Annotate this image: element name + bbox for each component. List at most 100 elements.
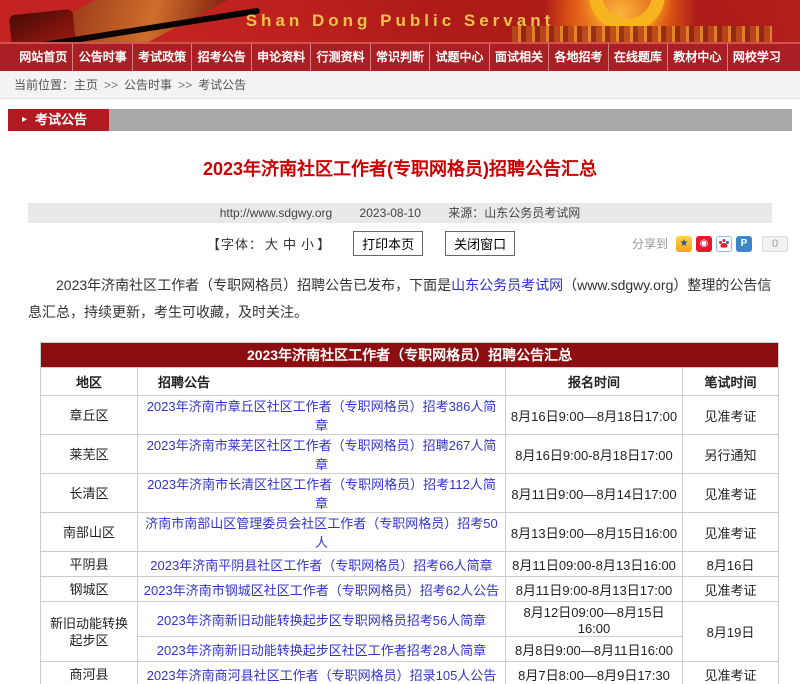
nav-item-exam-policy[interactable]: 考试政策 bbox=[132, 44, 191, 71]
section-tab-label: 考试公告 bbox=[35, 109, 87, 131]
breadcrumb-exam-announcements[interactable]: 考试公告 bbox=[198, 76, 246, 93]
share-count-badge: 0 bbox=[762, 236, 788, 252]
tab-exam-announcements[interactable]: ▸ 考试公告 bbox=[8, 109, 109, 131]
reg-time-cell: 8月11日9:00-8月13日17:00 bbox=[506, 577, 683, 602]
announcements-table: 2023年济南社区工作者（专职网格员）招聘公告汇总 地区 招聘公告 报名时间 笔… bbox=[40, 342, 779, 684]
announcement-link[interactable]: 2023年济南平阴县社区工作者（专职网格员）招考66人简章 bbox=[150, 558, 492, 573]
font-size-large[interactable]: 大 bbox=[265, 237, 279, 252]
breadcrumb-label: 当前位置： bbox=[14, 76, 74, 93]
announcement-link[interactable]: 2023年济南新旧动能转换起步区社区工作者招考28人简章 bbox=[157, 643, 486, 658]
nav-item-online-school[interactable]: 网校学习 bbox=[727, 44, 786, 71]
breadcrumb-separator: >> bbox=[104, 78, 118, 92]
announcement-link[interactable]: 济南市南部山区管理委员会社区工作者（专职网格员）招考50人 bbox=[145, 516, 497, 550]
breadcrumb-separator: >> bbox=[178, 78, 192, 92]
table-banner-row: 2023年济南社区工作者（专职网格员）招聘公告汇总 bbox=[41, 343, 779, 368]
area-cell: 章丘区 bbox=[41, 396, 138, 435]
reg-time-cell: 8月8日9:00—8月11日16:00 bbox=[506, 637, 683, 662]
breadcrumb-announcements[interactable]: 公告时事 bbox=[124, 76, 172, 93]
table-row: 钢城区 2023年济南市钢城区社区工作者（专职网格员）招考62人公告 8月11日… bbox=[41, 577, 779, 602]
reg-time-cell: 8月16日9:00-8月18日17:00 bbox=[506, 435, 683, 474]
announcement-cell: 济南市南部山区管理委员会社区工作者（专职网格员）招考50人 bbox=[138, 513, 506, 552]
area-cell: 平阴县 bbox=[41, 552, 138, 577]
exam-time-cell: 8月16日 bbox=[683, 552, 779, 577]
announcement-link[interactable]: 2023年济南市长清区社区工作者（专职网格员）招考112人简章 bbox=[147, 477, 496, 511]
col-header-area: 地区 bbox=[41, 368, 138, 396]
nav-item-online-bank[interactable]: 在线题库 bbox=[608, 44, 667, 71]
reg-time-cell: 8月11日9:00—8月14日17:00 bbox=[506, 474, 683, 513]
font-size-prefix: 【字体： bbox=[207, 237, 263, 252]
nav-item-question-center[interactable]: 试题中心 bbox=[429, 44, 488, 71]
article-meta: http://www.sdgwy.org 2023-08-10 来源：山东公务员… bbox=[28, 203, 772, 223]
article-toolbar: 【字体：大中小】 打印本页 关闭窗口 分享到 ★ ◉ P 0 bbox=[12, 231, 788, 256]
announcement-link[interactable]: 2023年济南市章丘区社区工作者（专职网格员）招考386人简章 bbox=[147, 399, 497, 433]
exam-time-cell: 见准考证 bbox=[683, 474, 779, 513]
table-row: 新旧动能转换起步区 2023年济南新旧动能转换起步区专职网格员招考56人简章 8… bbox=[41, 602, 779, 637]
nav-item-common-sense[interactable]: 常识判断 bbox=[370, 44, 429, 71]
nav-item-textbook[interactable]: 教材中心 bbox=[667, 44, 726, 71]
table-row: 2023年济南新旧动能转换起步区社区工作者招考28人简章 8月8日9:00—8月… bbox=[41, 637, 779, 662]
nav-item-interview[interactable]: 面试相关 bbox=[489, 44, 548, 71]
nav-item-shenlun[interactable]: 申论资料 bbox=[251, 44, 310, 71]
exam-time-cell: 见准考证 bbox=[683, 577, 779, 602]
qzone-share-icon[interactable]: ★ bbox=[676, 236, 692, 252]
article-date: 2023-08-10 bbox=[360, 206, 421, 220]
page-title: 2023年济南社区工作者(专职网格员)招聘公告汇总 bbox=[0, 155, 800, 181]
announcement-cell: 2023年济南市钢城区社区工作者（专职网格员）招考62人公告 bbox=[138, 577, 506, 602]
table-header-row: 地区 招聘公告 报名时间 笔试时间 bbox=[41, 368, 779, 396]
nav-item-xingce[interactable]: 行测资料 bbox=[310, 44, 369, 71]
announcement-cell: 2023年济南商河县社区工作者（专职网格员）招录105人公告 bbox=[138, 662, 506, 684]
print-page-button[interactable]: 打印本页 bbox=[353, 231, 423, 256]
section-bar: ▸ 考试公告 bbox=[8, 109, 792, 131]
arrow-right-icon: ▸ bbox=[22, 109, 27, 131]
area-cell: 钢城区 bbox=[41, 577, 138, 602]
col-header-announcement: 招聘公告 bbox=[138, 368, 506, 396]
announcement-link[interactable]: 2023年济南新旧动能转换起步区专职网格员招考56人简章 bbox=[157, 613, 486, 628]
announcement-cell: 2023年济南新旧动能转换起步区专职网格员招考56人简章 bbox=[138, 602, 506, 637]
font-size-control: 【字体：大中小】 bbox=[207, 234, 331, 253]
breadcrumb: 当前位置： 主页 >> 公告时事 >> 考试公告 bbox=[0, 71, 800, 99]
nav-item-recruit-notice[interactable]: 招考公告 bbox=[191, 44, 250, 71]
sdgwy-site-link[interactable]: 山东公务员考试网 bbox=[451, 277, 563, 293]
announcement-link[interactable]: 2023年济南市莱芜区社区工作者（专职网格员）招聘267人简章 bbox=[147, 438, 497, 472]
nav-item-announcements[interactable]: 公告时事 bbox=[72, 44, 131, 71]
font-size-medium[interactable]: 中 bbox=[283, 237, 297, 252]
exam-time-cell: 另行通知 bbox=[683, 435, 779, 474]
col-header-exam-time: 笔试时间 bbox=[683, 368, 779, 396]
breadcrumb-home[interactable]: 主页 bbox=[74, 76, 98, 93]
font-size-small[interactable]: 小 bbox=[301, 237, 315, 252]
main-nav: 网站首页 公告时事 考试政策 招考公告 申论资料 行测资料 常识判断 试题中心 … bbox=[0, 42, 800, 71]
weibo-share-icon[interactable]: ◉ bbox=[696, 236, 712, 252]
site-title: Shan Dong Public Servant bbox=[0, 0, 800, 31]
area-cell: 新旧动能转换起步区 bbox=[41, 602, 138, 662]
nav-item-regional[interactable]: 各地招考 bbox=[548, 44, 607, 71]
paragraph-text: 2023年济南社区工作者（专职网格员）招聘公告已发布，下面是 bbox=[56, 277, 451, 293]
area-cell: 莱芜区 bbox=[41, 435, 138, 474]
exam-time-cell: 见准考证 bbox=[683, 513, 779, 552]
table-row: 长清区 2023年济南市长清区社区工作者（专职网格员）招考112人简章 8月11… bbox=[41, 474, 779, 513]
reg-time-cell: 8月7日8:00—8月9日17:30 bbox=[506, 662, 683, 684]
table-banner: 2023年济南社区工作者（专职网格员）招聘公告汇总 bbox=[41, 343, 779, 368]
announcement-cell: 2023年济南新旧动能转换起步区社区工作者招考28人简章 bbox=[138, 637, 506, 662]
article-source: 来源：山东公务员考试网 bbox=[448, 206, 580, 220]
table-row: 南部山区 济南市南部山区管理委员会社区工作者（专职网格员）招考50人 8月13日… bbox=[41, 513, 779, 552]
share-to-label: 分享到 bbox=[632, 235, 668, 252]
reg-time-cell: 8月12日09:00—8月15日16:00 bbox=[506, 602, 683, 637]
col-header-reg-time: 报名时间 bbox=[506, 368, 683, 396]
exam-time-cell: 见准考证 bbox=[683, 662, 779, 684]
announcement-link[interactable]: 2023年济南商河县社区工作者（专职网格员）招录105人公告 bbox=[147, 668, 497, 683]
article-source-url: http://www.sdgwy.org bbox=[220, 206, 333, 220]
nav-item-home[interactable]: 网站首页 bbox=[14, 44, 72, 71]
tieba-paw-share-icon[interactable] bbox=[716, 236, 732, 252]
close-window-button[interactable]: 关闭窗口 bbox=[445, 231, 515, 256]
area-cell: 南部山区 bbox=[41, 513, 138, 552]
share-bar: 分享到 ★ ◉ P 0 bbox=[632, 235, 788, 252]
reg-time-cell: 8月16日9:00—8月18日17:00 bbox=[506, 396, 683, 435]
announcement-cell: 2023年济南市章丘区社区工作者（专职网格员）招考386人简章 bbox=[138, 396, 506, 435]
announcement-cell: 2023年济南市莱芜区社区工作者（专职网格员）招聘267人简章 bbox=[138, 435, 506, 474]
font-size-suffix: 】 bbox=[317, 237, 331, 252]
reg-time-cell: 8月13日9:00—8月15日16:00 bbox=[506, 513, 683, 552]
announcement-link[interactable]: 2023年济南市钢城区社区工作者（专职网格员）招考62人公告 bbox=[144, 583, 499, 598]
more-share-icon[interactable]: P bbox=[736, 236, 752, 252]
announcement-cell: 2023年济南市长清区社区工作者（专职网格员）招考112人简章 bbox=[138, 474, 506, 513]
table-row: 章丘区 2023年济南市章丘区社区工作者（专职网格员）招考386人简章 8月16… bbox=[41, 396, 779, 435]
